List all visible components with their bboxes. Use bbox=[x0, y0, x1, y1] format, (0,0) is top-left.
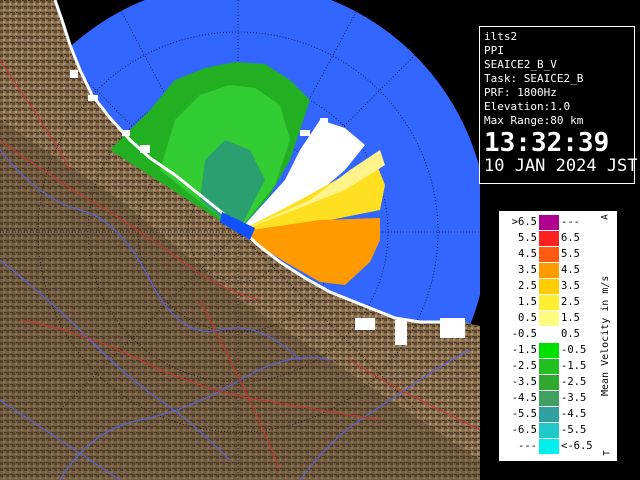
legend-row-upper-bound: 5.5 bbox=[561, 248, 580, 260]
legend-row: -1.5 -0.5 bbox=[499, 343, 599, 358]
legend-row-lower-bound: 4.5 bbox=[518, 248, 537, 260]
legend-color-swatch bbox=[539, 407, 559, 422]
legend-row-upper-bound: -4.5 bbox=[561, 408, 587, 420]
legend-row-lower-bound: 0.5 bbox=[518, 312, 537, 324]
legend-row-upper-bound: -5.5 bbox=[561, 424, 587, 436]
legend-color-swatch bbox=[539, 327, 559, 342]
legend-row-upper-bound: 2.5 bbox=[561, 296, 580, 308]
legend-row-lower-bound: -4.5 bbox=[511, 392, 537, 404]
legend-row-lower-bound: -2.5 bbox=[511, 360, 537, 372]
legend-row: 4.5 5.5 bbox=[499, 247, 599, 262]
scan-type: PPI bbox=[484, 44, 504, 57]
legend-row-lower-bound: 3.5 bbox=[518, 264, 537, 276]
task-name: Task: SEAICE2_B bbox=[484, 72, 584, 85]
legend-row-lower-bound: -1.5 bbox=[511, 344, 537, 356]
scan-time: 13:32:39 bbox=[484, 128, 610, 158]
legend-row-lower-bound: -6.5 bbox=[511, 424, 537, 436]
legend-row: -4.5 -3.5 bbox=[499, 391, 599, 406]
legend-row-upper-bound: 1.5 bbox=[561, 312, 580, 324]
legend-color-swatch bbox=[539, 439, 559, 454]
velocity-legend: >6.5 --- 5.5 6.5 4.5 5.5 3.5 4.5 2.5 3.5 1.5 2.5 0.5… bbox=[498, 210, 618, 462]
legend-row: -0.5 0.5 bbox=[499, 327, 599, 342]
legend-color-swatch bbox=[539, 391, 559, 406]
legend-row: --- <-6.5 bbox=[499, 439, 599, 454]
legend-row: -6.5 -5.5 bbox=[499, 423, 599, 438]
legend-row-upper-bound: 3.5 bbox=[561, 280, 580, 292]
legend-row-upper-bound: --- bbox=[561, 216, 580, 228]
legend-color-swatch bbox=[539, 375, 559, 390]
max-range-value: Max Range:80 km bbox=[484, 114, 584, 127]
elevation-value: Elevation:1.0 bbox=[484, 100, 571, 113]
legend-corner-bottom: T bbox=[602, 450, 613, 456]
legend-color-swatch bbox=[539, 359, 559, 374]
legend-row-lower-bound: --- bbox=[518, 440, 537, 452]
legend-color-swatch bbox=[539, 247, 559, 262]
legend-row-lower-bound: 2.5 bbox=[518, 280, 537, 292]
legend-row-upper-bound: <-6.5 bbox=[561, 440, 593, 452]
legend-row-lower-bound: 5.5 bbox=[518, 232, 537, 244]
legend-color-swatch bbox=[539, 311, 559, 326]
legend-color-swatch bbox=[539, 295, 559, 310]
legend-row-lower-bound: 1.5 bbox=[518, 296, 537, 308]
product-name: SEAICE2_B_V bbox=[484, 58, 557, 71]
legend-title: Mean Velocity in m/s bbox=[600, 275, 611, 397]
legend-color-swatch bbox=[539, 215, 559, 230]
legend-row: 2.5 3.5 bbox=[499, 279, 599, 294]
legend-row: 5.5 6.5 bbox=[499, 231, 599, 246]
legend-row-lower-bound: -3.5 bbox=[511, 376, 537, 388]
legend-color-swatch bbox=[539, 279, 559, 294]
station-name: ilts2 bbox=[484, 30, 518, 43]
legend-color-swatch bbox=[539, 263, 559, 278]
legend-row-upper-bound: -2.5 bbox=[561, 376, 587, 388]
scan-date: 10 JAN 2024 JST bbox=[484, 156, 638, 176]
legend-row-lower-bound: >6.5 bbox=[511, 216, 537, 228]
legend-row-upper-bound: -3.5 bbox=[561, 392, 587, 404]
legend-color-swatch bbox=[539, 343, 559, 358]
legend-row: -3.5 -2.5 bbox=[499, 375, 599, 390]
legend-row: >6.5 --- bbox=[499, 215, 599, 230]
info-panel: ilts2 PPI SEAICE2_B_V Task: SEAICE2_B PR… bbox=[479, 26, 638, 184]
legend-color-swatch bbox=[539, 423, 559, 438]
legend-color-swatch bbox=[539, 231, 559, 246]
legend-row-lower-bound: -5.5 bbox=[511, 408, 537, 420]
legend-row-upper-bound: 0.5 bbox=[561, 328, 580, 340]
legend-row: 0.5 1.5 bbox=[499, 311, 599, 326]
legend-row-upper-bound: 4.5 bbox=[561, 264, 580, 276]
legend-row-upper-bound: -0.5 bbox=[561, 344, 587, 356]
legend-row: 1.5 2.5 bbox=[499, 295, 599, 310]
legend-row: -2.5 -1.5 bbox=[499, 359, 599, 374]
legend-corner-top: A bbox=[600, 214, 611, 220]
legend-row-upper-bound: 6.5 bbox=[561, 232, 580, 244]
legend-row-lower-bound: -0.5 bbox=[511, 328, 537, 340]
prf-value: PRF: 1800Hz bbox=[484, 86, 557, 99]
legend-row: 3.5 4.5 bbox=[499, 263, 599, 278]
legend-row-upper-bound: -1.5 bbox=[561, 360, 587, 372]
legend-row: -5.5 -4.5 bbox=[499, 407, 599, 422]
